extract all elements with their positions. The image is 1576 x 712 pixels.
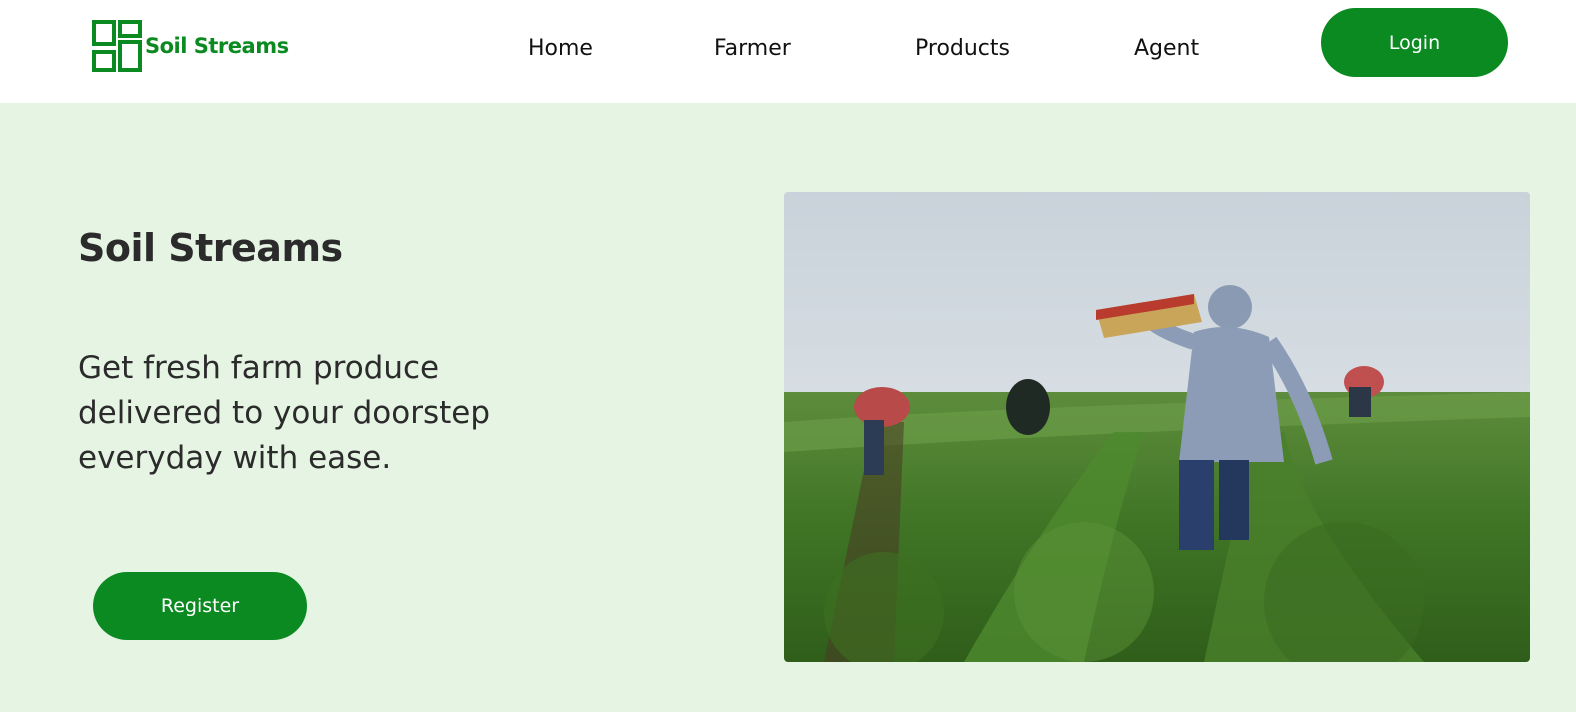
farm-workers-field-photo	[784, 192, 1530, 662]
hero-title: Soil Streams	[78, 226, 343, 270]
nav-item-farmer[interactable]: Farmer	[714, 36, 791, 61]
grid-blocks-icon	[92, 20, 142, 72]
brand-name: Soil Streams	[145, 34, 289, 58]
nav-item-home[interactable]: Home	[528, 36, 593, 61]
nav-item-products[interactable]: Products	[915, 36, 1010, 61]
hero-subtitle: Get fresh farm produce delivered to your…	[78, 350, 491, 476]
hero-image	[784, 192, 1530, 662]
register-button[interactable]: Register	[93, 572, 307, 640]
login-button[interactable]: Login	[1321, 8, 1508, 77]
nav-item-agent[interactable]: Agent	[1134, 36, 1199, 61]
top-navbar: Soil Streams Home Farmer Products Agent …	[0, 0, 1576, 103]
brand-logo[interactable]: Soil Streams	[92, 20, 289, 72]
